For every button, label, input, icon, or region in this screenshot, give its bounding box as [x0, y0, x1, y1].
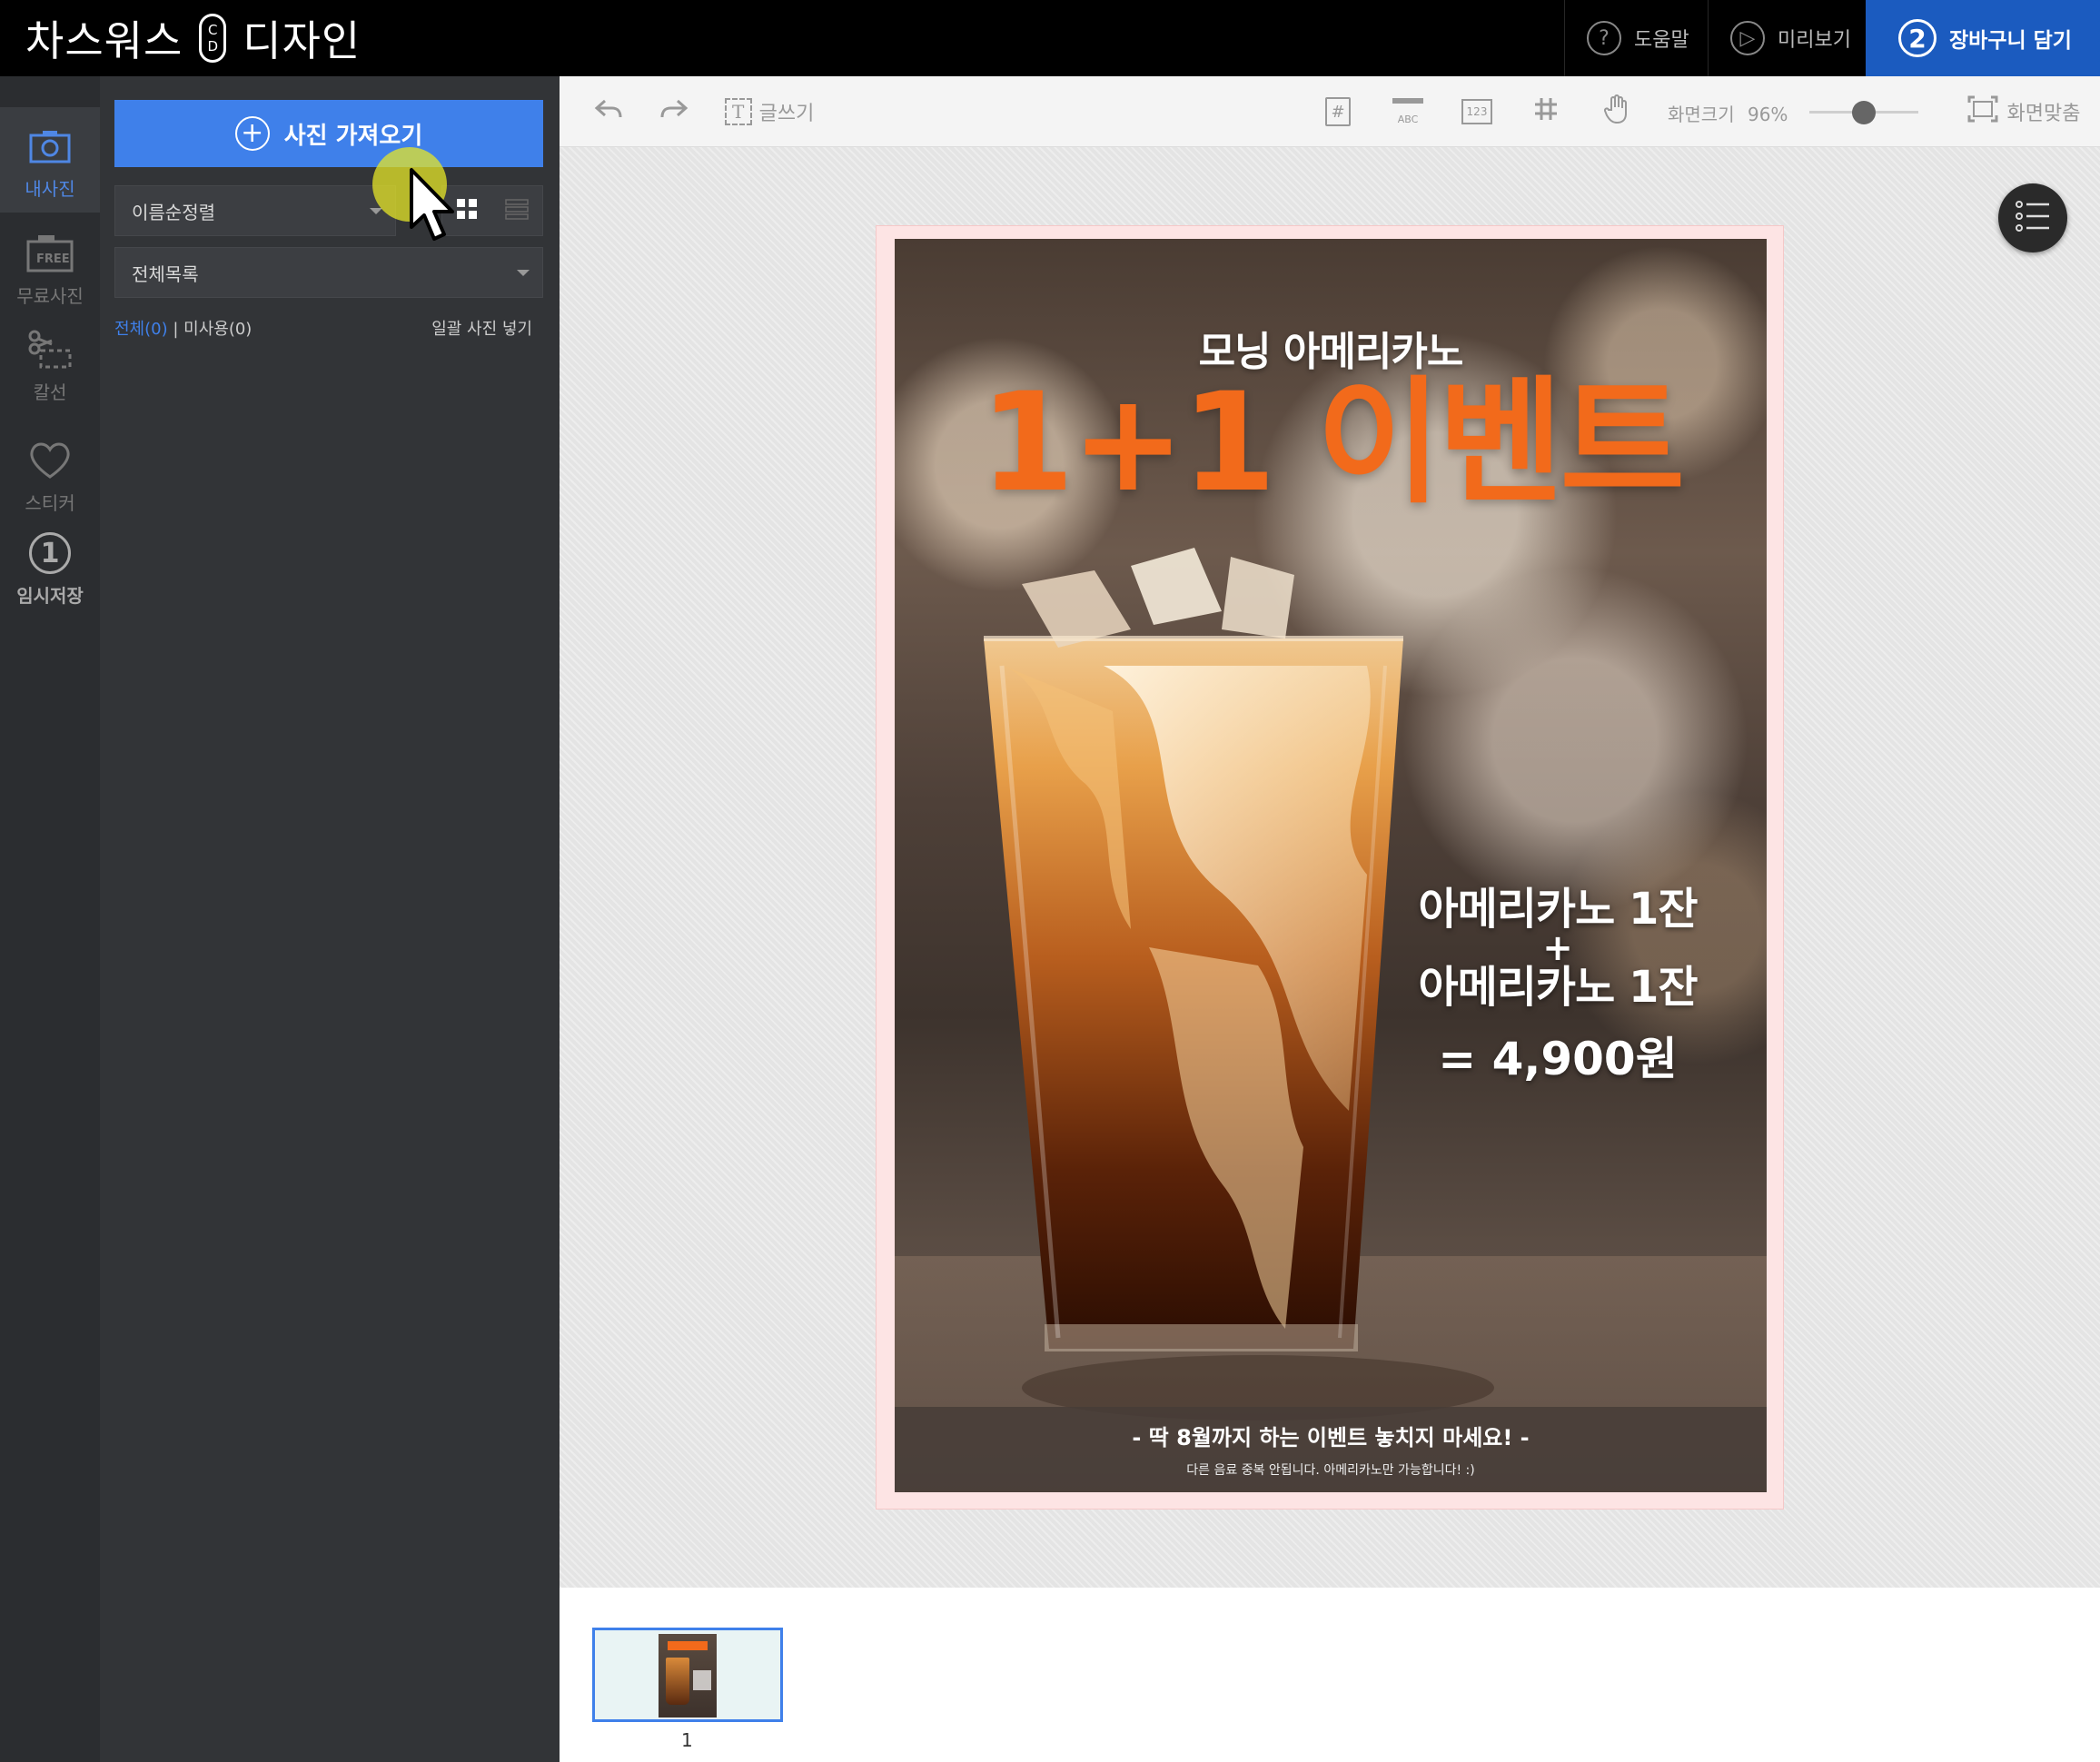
camera-icon	[28, 124, 72, 169]
filter-select[interactable]: 전체목록	[114, 247, 543, 298]
logo-text-left: 차스워스	[25, 16, 183, 65]
free-photo-icon: FREE	[25, 231, 74, 276]
poster-bleed-frame: 모닝 아메리카노 1+1 이벤트 아메리카노 1잔 + 아메리카노 1잔 = 4…	[876, 225, 1784, 1510]
zoom-label-text: 화면크기	[1668, 104, 1735, 125]
editor-toolbar: T 글쓰기 # ABC 123 화면크기 96% 화면맞춤	[560, 76, 2100, 147]
zoom-value: 96%	[1747, 104, 1788, 125]
count-unused-tab[interactable]: 미사용(0)	[183, 320, 252, 339]
page-filmstrip: 1	[560, 1588, 2100, 1762]
thumbnail-preview	[659, 1634, 717, 1717]
text-box-tool-button[interactable]: ABC	[1382, 76, 1433, 147]
logo-mark-top: C	[208, 22, 218, 38]
fit-to-screen-button[interactable]: 화면맞춤	[1958, 76, 2089, 147]
app-logo[interactable]: 차스워스 C D 디자인	[25, 11, 361, 65]
chevron-down-icon	[370, 208, 382, 214]
poster-page[interactable]: 모닝 아메리카노 1+1 이벤트 아메리카노 1잔 + 아메리카노 1잔 = 4…	[895, 239, 1767, 1492]
rail-item-sticker[interactable]: 스티커	[0, 438, 100, 515]
write-text-label: 글쓰기	[758, 103, 815, 125]
scissors-icon	[26, 327, 74, 372]
mouse-cursor-icon	[410, 168, 454, 241]
import-label: 사진 가져오기	[283, 122, 423, 150]
page-thumbnail[interactable]	[592, 1628, 783, 1722]
footer-main-text: - 딱 8월까지 하는 이벤트 놓치지 마세요! -	[1132, 1425, 1530, 1450]
photo-panel: + 사진 가져오기 이름순정렬 전체목록 전체(0) | 미사용(0) 일괄 사…	[100, 76, 560, 1762]
step-two-icon: 2	[1898, 19, 1937, 57]
thumbnail-glass-mark	[666, 1658, 689, 1705]
rail-label-free-photos: 무료사진	[16, 285, 84, 307]
thumbnail-headline-mark	[668, 1641, 708, 1650]
sort-select[interactable]: 이름순정렬	[114, 185, 396, 236]
offer-price: = 4,900원	[1438, 1033, 1678, 1085]
rail-label-sticker: 스티커	[25, 492, 75, 514]
offer-plus: +	[1542, 927, 1573, 969]
logo-mark-bottom: D	[207, 38, 219, 54]
zoom-slider-handle[interactable]	[1852, 101, 1876, 124]
number-tool-button[interactable]: 123	[1451, 76, 1502, 147]
poster-headline[interactable]: 1+1 이벤트	[895, 375, 1767, 511]
help-icon: ?	[1587, 21, 1621, 55]
poster-offer-text[interactable]: 아메리카노 1잔 + 아메리카노 1잔 = 4,900원	[1412, 884, 1703, 1091]
rail-item-my-photos[interactable]: 내사진	[0, 107, 100, 213]
import-photos-button[interactable]: + 사진 가져오기	[114, 100, 543, 167]
design-canvas[interactable]: 모닝 아메리카노 1+1 이벤트 아메리카노 1잔 + 아메리카노 1잔 = 4…	[560, 147, 2100, 1588]
hand-icon	[1603, 94, 1629, 130]
temp-save-number: 1	[29, 532, 71, 574]
sort-value: 이름순정렬	[132, 201, 215, 223]
help-label: 도움말	[1634, 29, 1689, 52]
rail-label-temp-save: 임시저장	[16, 585, 84, 607]
free-badge: FREE	[36, 252, 70, 266]
poster-footer-band[interactable]: - 딱 8월까지 하는 이벤트 놓치지 마세요! - 다른 음료 중복 안됩니다…	[895, 1407, 1767, 1492]
undo-icon	[594, 97, 623, 126]
temp-save-icon: 1	[29, 530, 71, 576]
footer-sub-text: 다른 음료 중복 안됩니다. 아메리카노만 가능합니다! :)	[1186, 1463, 1475, 1478]
plus-circle-icon: +	[234, 116, 270, 151]
filter-value: 전체목록	[132, 262, 199, 285]
page-number-tool-button[interactable]: #	[1315, 76, 1361, 147]
count-all-tab[interactable]: 전체(0)	[114, 320, 168, 339]
rail-item-temp-save[interactable]: 1 임시저장	[0, 530, 100, 608]
zoom-label: 화면크기 96%	[1668, 100, 1788, 126]
list-icon	[2015, 200, 2051, 236]
rail-item-free-photos[interactable]: FREE 무료사진	[0, 231, 100, 308]
redo-icon	[659, 97, 688, 126]
text-tool-icon: T	[724, 98, 752, 125]
thumbnail-text-mark	[693, 1670, 711, 1690]
fit-label: 화면맞춤	[2006, 103, 2081, 125]
rail-label-my-photos: 내사진	[25, 178, 75, 200]
add-to-cart-button[interactable]: 2 장바구니 담기	[1866, 0, 2100, 76]
top-bar: 차스워스 C D 디자인 ? 도움말 ▷ 미리보기 2 장바구니 담기	[0, 0, 2100, 76]
page-number: 1	[681, 1729, 693, 1751]
page-number-icon: #	[1325, 97, 1351, 126]
list-view-icon[interactable]	[505, 198, 529, 223]
preview-button[interactable]: ▷ 미리보기	[1708, 0, 1866, 76]
cart-label: 장바구니 담기	[1949, 29, 2072, 53]
undo-button[interactable]	[581, 76, 636, 147]
offer-line-2: 아메리카노 1잔	[1418, 962, 1698, 1013]
logo-text-right: 디자인	[243, 16, 362, 65]
batch-insert-link[interactable]: 일괄 사진 넣기	[431, 316, 532, 340]
rail-label-cutline: 칼선	[33, 381, 67, 403]
photo-counts: 전체(0) | 미사용(0)	[114, 316, 252, 340]
hand-tool-button[interactable]	[1591, 76, 1642, 147]
layer-list-button[interactable]	[1998, 183, 2067, 252]
abc-icon: ABC	[1392, 98, 1423, 125]
write-text-button[interactable]: T 글쓰기	[719, 76, 819, 147]
help-button[interactable]: ? 도움말	[1564, 0, 1708, 76]
fit-screen-icon	[1967, 95, 1998, 128]
rail-item-cutline[interactable]: 칼선	[0, 327, 100, 404]
number-icon: 123	[1461, 99, 1492, 124]
redo-button[interactable]	[647, 76, 701, 147]
heart-icon	[27, 438, 73, 483]
count-separator: |	[167, 320, 184, 339]
chevron-down-icon	[517, 270, 530, 276]
preview-label: 미리보기	[1778, 29, 1851, 52]
play-icon: ▷	[1730, 21, 1765, 55]
grid-icon	[1533, 96, 1559, 127]
logo-mark: C D	[199, 14, 227, 63]
grid-tool-button[interactable]	[1521, 76, 1571, 147]
left-rail: 내사진 FREE 무료사진 칼선 스티커 1 임시저장	[0, 76, 100, 1762]
